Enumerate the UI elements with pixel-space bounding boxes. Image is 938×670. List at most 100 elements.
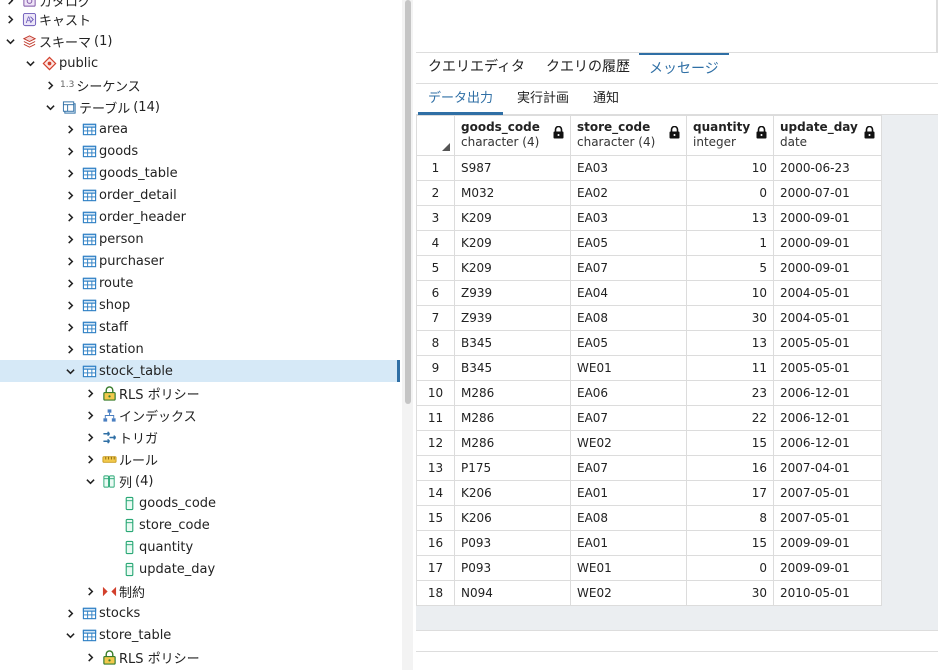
table-row[interactable]: 12 M286 WE02 15 2006-12-01 (416, 430, 882, 456)
cell-goods-code[interactable]: Z939 (454, 305, 571, 331)
table-row[interactable]: 13 P175 EA07 16 2007-04-01 (416, 455, 882, 481)
cell-quantity[interactable]: 8 (686, 505, 774, 531)
chevron-right-icon[interactable] (84, 404, 96, 426)
tree-node-quantity[interactable]: quantity (0, 536, 398, 558)
tree-scrollbar-thumb[interactable] (405, 0, 411, 404)
chevron-right-icon[interactable] (64, 184, 76, 206)
cell-store-code[interactable]: EA02 (570, 180, 687, 206)
chevron-right-icon[interactable] (64, 294, 76, 316)
cell-store-code[interactable]: EA05 (570, 230, 687, 256)
tab-query-history[interactable]: クエリの履歴 (536, 53, 640, 83)
tree-node-rls[interactable]: RLS ポリシー (0, 382, 398, 404)
tree-node[interactable]: ルール (0, 448, 398, 470)
chevron-right-icon[interactable] (84, 448, 96, 470)
table-row[interactable]: 5 K209 EA07 5 2000-09-01 (416, 255, 882, 281)
tree-node[interactable]: スキーマ (1) (0, 30, 398, 52)
chevron-right-icon[interactable] (64, 602, 76, 624)
chevron-down-icon[interactable] (64, 360, 76, 382)
cell-goods-code[interactable]: S987 (454, 155, 571, 181)
tree-node[interactable]: 列 (4) (0, 470, 398, 492)
cell-update-day[interactable]: 2000-09-01 (773, 255, 882, 281)
chevron-right-icon[interactable] (84, 580, 96, 602)
chevron-right-icon[interactable] (64, 338, 76, 360)
cell-store-code[interactable]: WE01 (570, 355, 687, 381)
table-row[interactable]: 14 K206 EA01 17 2007-05-01 (416, 480, 882, 506)
cell-update-day[interactable]: 2005-05-01 (773, 330, 882, 356)
cell-quantity[interactable]: 22 (686, 405, 774, 431)
cell-store-code[interactable]: WE02 (570, 580, 687, 606)
tree-node-public[interactable]: public (0, 52, 398, 74)
tree-node[interactable]: トリガ (0, 426, 398, 448)
cell-update-day[interactable]: 2000-07-01 (773, 180, 882, 206)
cell-goods-code[interactable]: Z939 (454, 280, 571, 306)
cell-update-day[interactable]: 2000-09-01 (773, 205, 882, 231)
cell-store-code[interactable]: EA03 (570, 205, 687, 231)
row-number[interactable]: 7 (416, 305, 455, 331)
chevron-right-icon[interactable] (64, 162, 76, 184)
column-header-quantity[interactable]: quantity integer (686, 115, 774, 156)
tree-node-update_day[interactable]: update_day (0, 558, 398, 580)
table-row[interactable]: 7 Z939 EA08 30 2004-05-01 (416, 305, 882, 331)
row-number[interactable]: 4 (416, 230, 455, 256)
chevron-right-icon[interactable] (64, 228, 76, 250)
cell-quantity[interactable]: 0 (686, 555, 774, 581)
tree-scrollbar[interactable] (402, 0, 413, 670)
cell-quantity[interactable]: 13 (686, 330, 774, 356)
chevron-right-icon[interactable] (64, 118, 76, 140)
cell-store-code[interactable]: EA03 (570, 155, 687, 181)
tree-node-rls[interactable]: RLS ポリシー (0, 646, 398, 668)
chevron-right-icon[interactable] (84, 382, 96, 404)
row-number[interactable]: 1 (416, 155, 455, 181)
row-number[interactable]: 18 (416, 580, 455, 606)
row-number[interactable]: 8 (416, 330, 455, 356)
tree-node-stocks[interactable]: stocks (0, 602, 398, 624)
tree-node[interactable]: 1.3 シーケンス (0, 74, 398, 96)
cell-quantity[interactable]: 1 (686, 230, 774, 256)
chevron-right-icon[interactable] (64, 250, 76, 272)
cell-goods-code[interactable]: N094 (454, 580, 571, 606)
row-number[interactable]: 17 (416, 555, 455, 581)
chevron-right-icon[interactable] (84, 426, 96, 448)
cell-store-code[interactable]: EA01 (570, 530, 687, 556)
tree-node-purchaser[interactable]: purchaser (0, 250, 398, 272)
cell-quantity[interactable]: 5 (686, 255, 774, 281)
cell-update-day[interactable]: 2009-09-01 (773, 530, 882, 556)
tree-node-goods_table[interactable]: goods_table (0, 162, 398, 184)
cell-goods-code[interactable]: M286 (454, 405, 571, 431)
cell-quantity[interactable]: 15 (686, 430, 774, 456)
column-header-store-code[interactable]: store_code character (4) (570, 115, 687, 156)
tab-notifications[interactable]: 通知 (583, 84, 629, 115)
cell-update-day[interactable]: 2007-05-01 (773, 505, 882, 531)
cell-quantity[interactable]: 13 (686, 205, 774, 231)
cell-quantity[interactable]: 10 (686, 280, 774, 306)
tab-explain-plan[interactable]: 実行計画 (507, 84, 579, 115)
cell-quantity[interactable]: 23 (686, 380, 774, 406)
query-editor-area[interactable] (416, 0, 938, 52)
cell-goods-code[interactable]: P093 (454, 530, 571, 556)
row-number[interactable]: 5 (416, 255, 455, 281)
tree-node-store_code[interactable]: store_code (0, 514, 398, 536)
cell-update-day[interactable]: 2006-12-01 (773, 380, 882, 406)
chevron-down-icon[interactable] (64, 624, 76, 646)
tree-node[interactable]: テーブル (14) (0, 96, 398, 118)
table-row[interactable]: 18 N094 WE02 30 2010-05-01 (416, 580, 882, 606)
tree-node-order_header[interactable]: order_header (0, 206, 398, 228)
table-row[interactable]: 15 K206 EA08 8 2007-05-01 (416, 505, 882, 531)
row-number[interactable]: 16 (416, 530, 455, 556)
chevron-down-icon[interactable] (44, 96, 56, 118)
cell-quantity[interactable]: 17 (686, 480, 774, 506)
table-row[interactable]: 1 S987 EA03 10 2000-06-23 (416, 155, 882, 181)
cell-goods-code[interactable]: B345 (454, 355, 571, 381)
column-header-update-day[interactable]: update_day date (773, 115, 882, 156)
table-row[interactable]: 2 M032 EA02 0 2000-07-01 (416, 180, 882, 206)
tree-node-station[interactable]: station (0, 338, 398, 360)
cell-store-code[interactable]: EA08 (570, 505, 687, 531)
cell-quantity[interactable]: 30 (686, 580, 774, 606)
cell-update-day[interactable]: 2004-05-01 (773, 280, 882, 306)
table-row[interactable]: 17 P093 WE01 0 2009-09-01 (416, 555, 882, 581)
cell-quantity[interactable]: 16 (686, 455, 774, 481)
cell-goods-code[interactable]: B345 (454, 330, 571, 356)
cell-store-code[interactable]: EA06 (570, 380, 687, 406)
cell-store-code[interactable]: EA07 (570, 455, 687, 481)
row-number[interactable]: 2 (416, 180, 455, 206)
